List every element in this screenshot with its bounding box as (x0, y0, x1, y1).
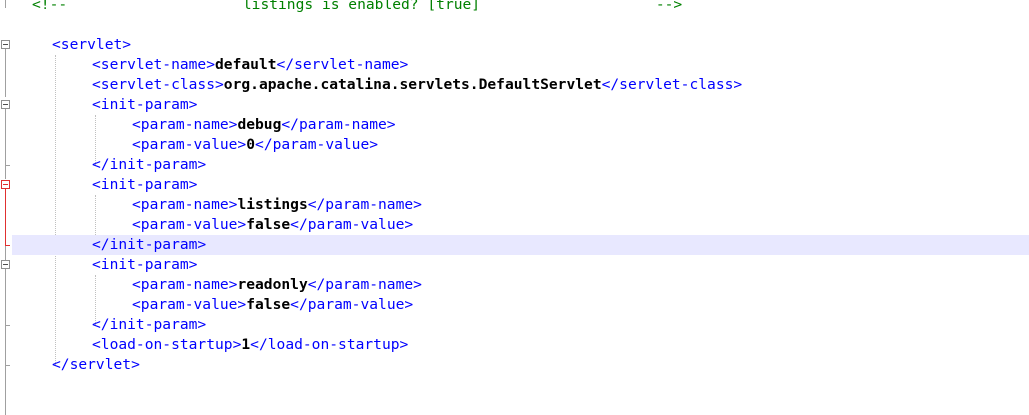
xml-text: 1 (241, 336, 251, 353)
code-line[interactable]: <init-param> (12, 95, 1029, 115)
xml-close-tag: </servlet-class> (601, 76, 743, 93)
xml-text: default (215, 56, 277, 73)
xml-text: false (246, 216, 291, 233)
xml-close-tag: </init-param> (92, 156, 207, 173)
xml-close-tag: </servlet-name> (276, 56, 409, 73)
xml-open-tag: <init-param> (92, 176, 198, 193)
xml-open-tag: <param-name> (132, 116, 238, 133)
xml-open-tag: <param-name> (132, 196, 238, 213)
code-line[interactable]: <servlet> (12, 35, 1029, 55)
code-line[interactable]: <param-name>listings</param-name> (12, 195, 1029, 215)
code-line[interactable]: <load-on-startup>1</load-on-startup> (12, 335, 1029, 355)
code-line[interactable]: <init-param> (12, 255, 1029, 275)
xml-close-tag: </init-param> (92, 236, 207, 253)
xml-open-tag: <servlet> (52, 36, 132, 53)
code-line[interactable]: <param-value>false</param-value> (12, 295, 1029, 315)
code-line[interactable]: </init-param> (12, 155, 1029, 175)
xml-comment: <!-- listings is enabled? [true] --> (32, 0, 683, 13)
code-line[interactable]: <param-value>0</param-value> (12, 135, 1029, 155)
xml-open-tag: <load-on-startup> (92, 336, 242, 353)
xml-close-tag: </param-name> (307, 196, 422, 213)
code-line[interactable]: <servlet-name>default</servlet-name> (12, 55, 1029, 75)
current-code-line[interactable]: </init-param> (12, 235, 1029, 255)
xml-open-tag: <init-param> (92, 256, 198, 273)
xml-open-tag: <param-value> (132, 136, 247, 153)
fold-line (5, 269, 6, 415)
fold-line (5, 246, 6, 260)
xml-open-tag: <param-value> (132, 296, 247, 313)
fold-line (5, 189, 6, 245)
fold-line (5, 0, 6, 8)
fold-init-param-icon[interactable] (1, 180, 10, 189)
xml-text: readonly (237, 276, 308, 293)
code-line[interactable]: <param-name>readonly</param-name> (12, 275, 1029, 295)
fold-servlet-icon[interactable] (1, 40, 10, 49)
xml-close-tag: </param-name> (307, 276, 422, 293)
xml-open-tag: <init-param> (92, 96, 198, 113)
code-line[interactable]: <!-- listings is enabled? [true] --> (12, 0, 1029, 15)
fold-margin (0, 0, 12, 415)
xml-open-tag: <param-name> (132, 276, 238, 293)
fold-end-tick (5, 325, 10, 326)
xml-close-tag: </load-on-startup> (250, 336, 409, 353)
xml-open-tag: <servlet-class> (92, 76, 224, 93)
fold-init-param-icon[interactable] (1, 100, 10, 109)
code-line[interactable]: <param-value>false</param-value> (12, 215, 1029, 235)
xml-close-tag: </param-value> (290, 296, 414, 313)
xml-close-tag: </param-value> (290, 216, 414, 233)
xml-open-tag: <servlet-name> (92, 56, 216, 73)
xml-close-tag: </param-value> (255, 136, 379, 153)
fold-init-param-icon[interactable] (1, 260, 10, 269)
fold-line (5, 109, 6, 179)
xml-text: org.apache.catalina.servlets.DefaultServ… (223, 76, 602, 93)
xml-close-tag: </param-name> (281, 116, 396, 133)
xml-close-tag: </servlet> (52, 356, 140, 373)
fold-end-tick (5, 365, 10, 366)
code-line[interactable]: </servlet> (12, 355, 1029, 375)
code-line[interactable]: <init-param> (12, 175, 1029, 195)
xml-text: listings (237, 196, 308, 213)
code-line[interactable]: <servlet-class>org.apache.catalina.servl… (12, 75, 1029, 95)
xml-text: debug (237, 116, 282, 133)
xml-close-tag: </init-param> (92, 316, 207, 333)
xml-text: 0 (246, 136, 256, 153)
xml-text: false (246, 296, 291, 313)
xml-open-tag: <param-value> (132, 216, 247, 233)
code-editor[interactable]: <!-- listings is enabled? [true] --> <se… (0, 0, 1029, 415)
fold-line (5, 49, 6, 97)
code-line[interactable]: </init-param> (12, 315, 1029, 335)
code-line[interactable]: <param-name>debug</param-name> (12, 115, 1029, 135)
fold-end-tick (5, 165, 10, 166)
